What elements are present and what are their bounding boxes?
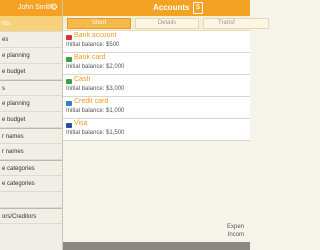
tab-transfers[interactable]: Transf (203, 18, 269, 29)
main-panel: Accounts $ Short Details Transf Bank acc… (63, 0, 269, 250)
sidebar-item-debtors-creditors[interactable]: ors/Creditors (0, 208, 62, 224)
cash-icon (66, 79, 72, 84)
account-name: Credit card (74, 98, 109, 105)
account-name: Bank card (74, 54, 106, 61)
bottom-bar (63, 242, 250, 250)
list-item[interactable]: Bank account Initial balance: $500 (63, 31, 250, 53)
gear-icon[interactable]: ⚙ (50, 2, 58, 13)
visa-icon (66, 123, 72, 128)
summary-expenses-label: Expen (226, 224, 244, 230)
tab-details[interactable]: Details (135, 18, 199, 29)
sidebar-item-income-planning[interactable]: e planning (0, 96, 62, 112)
account-name: Cash (74, 76, 91, 83)
sidebar: John Smith ⚙ nts es e planning e budget … (0, 0, 63, 250)
sidebar-item-payee-names[interactable]: r names (0, 144, 62, 160)
list-item[interactable]: Credit card Initial balance: $1,000 (63, 97, 250, 119)
mastercard-icon (66, 35, 72, 40)
credit-card-icon (66, 101, 72, 106)
account-balance: Initial balance: $2,000 (66, 64, 125, 70)
account-name: Bank account (74, 32, 117, 39)
sidebar-item-accounts[interactable]: nts (0, 16, 62, 32)
accounts-list: Bank account Initial balance: $500 Bank … (63, 31, 250, 141)
add-account-icon[interactable]: $ (193, 2, 203, 14)
account-balance: Initial balance: $1,500 (66, 130, 125, 136)
sidebar-item-blank (0, 192, 62, 208)
list-item[interactable]: Visa Initial balance: $1,500 (63, 119, 250, 141)
tab-short[interactable]: Short (67, 18, 131, 29)
sidebar-item-payer-names[interactable]: r names (0, 128, 62, 144)
list-item[interactable]: Cash Initial balance: $3,000 (63, 75, 250, 97)
account-balance: Initial balance: $3,000 (66, 86, 125, 92)
account-balance: Initial balance: $1,000 (66, 108, 125, 114)
sidebar-item-expenses[interactable]: es (0, 32, 62, 48)
sidebar-item-expense-planning[interactable]: e planning (0, 48, 62, 64)
card-icon (66, 57, 72, 62)
sidebar-item-expense-categories[interactable]: e categories (0, 160, 62, 176)
user-name[interactable]: John Smith (18, 4, 53, 11)
sidebar-item-incomes[interactable]: s (0, 80, 62, 96)
tab-bar: Short Details Transf (63, 16, 269, 31)
list-item[interactable]: Bank card Initial balance: $2,000 (63, 53, 250, 75)
sidebar-item-income-categories[interactable]: e categories (0, 176, 62, 192)
summary-income-label: Incom (227, 232, 244, 238)
sidebar-item-expense-budget[interactable]: e budget (0, 64, 62, 80)
account-balance: Initial balance: $500 (66, 42, 120, 48)
sidebar-header: John Smith ⚙ (0, 0, 62, 16)
sidebar-item-income-budget[interactable]: e budget (0, 112, 62, 128)
main-header: Accounts $ (63, 0, 250, 16)
page-title: Accounts (153, 3, 190, 12)
account-name: Visa (74, 120, 88, 127)
